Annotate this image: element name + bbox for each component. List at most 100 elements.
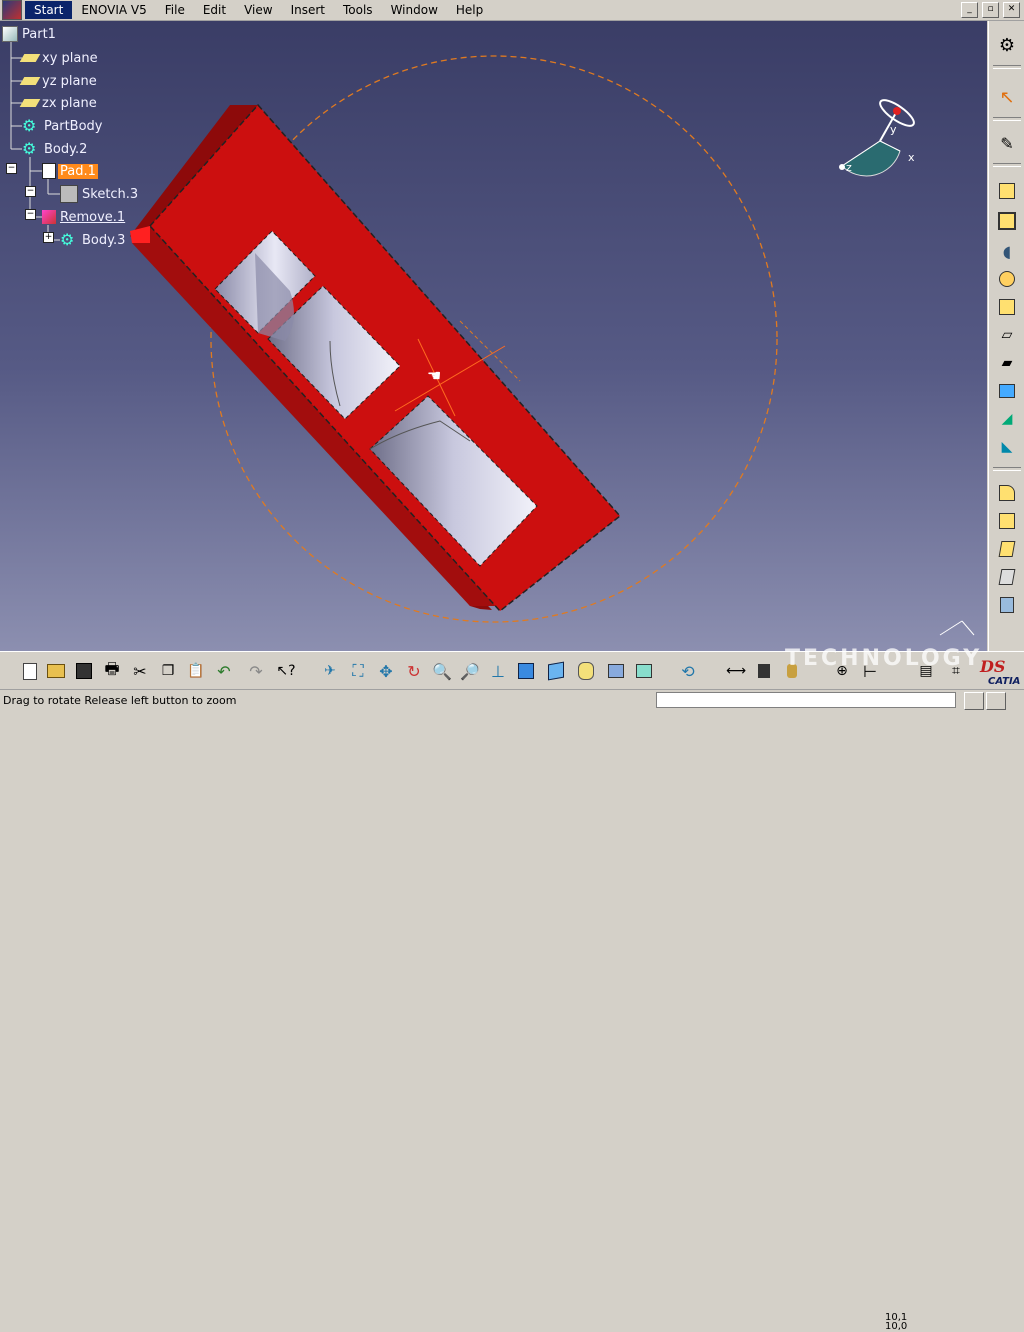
redo-icon[interactable]: ↷ bbox=[244, 659, 268, 683]
cut-icon[interactable]: ✂ bbox=[128, 659, 152, 683]
part-icon bbox=[2, 26, 18, 42]
collapse-body2-toggle[interactable]: − bbox=[6, 163, 17, 174]
sketcher-icon[interactable]: ✎ bbox=[995, 131, 1019, 155]
undo-icon[interactable]: ↶ bbox=[212, 659, 236, 683]
menu-start[interactable]: Start bbox=[25, 1, 73, 19]
hole-tool-icon[interactable] bbox=[995, 295, 1019, 319]
whats-this-icon[interactable]: ↖? bbox=[274, 659, 298, 683]
menu-bar: Start ENOVIA V5 File Edit View Insert To… bbox=[0, 0, 1024, 21]
body-gear-icon: ⚙ bbox=[60, 230, 75, 249]
draft-icon[interactable] bbox=[995, 537, 1019, 561]
measure-icon[interactable]: ⟷ bbox=[724, 659, 748, 683]
tree-item-body2[interactable]: ⚙ Body.2 bbox=[22, 139, 89, 159]
catia-logo: DS CATIA bbox=[978, 656, 1022, 687]
print-icon[interactable]: 🖶 bbox=[100, 659, 124, 683]
minimize-button[interactable]: _ bbox=[961, 2, 978, 18]
close-button[interactable]: ✕ bbox=[1003, 2, 1020, 18]
shading-icon[interactable] bbox=[574, 659, 598, 683]
scale-top-value: 10,1 bbox=[885, 1312, 908, 1323]
separator bbox=[993, 65, 1021, 69]
multi-view-icon[interactable] bbox=[514, 659, 538, 683]
restore-button[interactable]: ▫ bbox=[982, 2, 999, 18]
stiffener-tool-icon[interactable] bbox=[995, 379, 1019, 403]
shaft-tool-icon[interactable]: ◖ bbox=[995, 239, 1019, 263]
zoom-in-icon[interactable]: 🔍 bbox=[430, 659, 454, 683]
tree-item-sketch3[interactable]: Sketch.3 bbox=[60, 184, 140, 204]
fly-mode-icon[interactable]: ✈ bbox=[318, 659, 342, 683]
svg-text:DS: DS bbox=[979, 657, 1005, 676]
rib-tool-icon[interactable]: ▱ bbox=[995, 323, 1019, 347]
tree-item-partbody[interactable]: ⚙ PartBody bbox=[22, 116, 104, 136]
shell-icon[interactable] bbox=[995, 565, 1019, 589]
3d-viewport[interactable]: ☚ y x z Part1 xy plane yz plane zx plane… bbox=[0, 21, 987, 651]
save-icon[interactable] bbox=[72, 659, 96, 683]
sketch-icon bbox=[60, 185, 78, 203]
normal-view-icon[interactable]: ⊥ bbox=[486, 659, 510, 683]
loft-tool-icon[interactable]: ◢ bbox=[995, 407, 1019, 431]
svg-text:CATIA: CATIA bbox=[988, 676, 1020, 686]
pan-icon[interactable]: ✥ bbox=[374, 659, 398, 683]
plane-icon bbox=[19, 54, 41, 62]
menu-window[interactable]: Window bbox=[382, 1, 447, 19]
plane-icon bbox=[19, 77, 41, 85]
separator bbox=[993, 163, 1021, 167]
tree-item-part1[interactable]: Part1 bbox=[2, 24, 58, 44]
groove-tool-icon[interactable] bbox=[995, 267, 1019, 291]
fit-all-icon[interactable]: ⛶ bbox=[346, 659, 370, 683]
tree-item-remove1[interactable]: Remove.1 bbox=[42, 207, 127, 227]
watermark-text: TECHNOLOGY bbox=[785, 646, 983, 671]
tree-item-pad1[interactable]: Pad.1 bbox=[42, 161, 98, 181]
menu-edit[interactable]: Edit bbox=[194, 1, 235, 19]
zoom-out-icon[interactable]: 🔎 bbox=[458, 659, 482, 683]
hide-show-icon[interactable] bbox=[604, 659, 628, 683]
collapse-remove1-toggle[interactable]: − bbox=[25, 209, 36, 220]
status-bar: Drag to rotate Release left button to zo… bbox=[0, 689, 1024, 713]
iso-view-icon[interactable] bbox=[544, 659, 568, 683]
compass-z-label: z bbox=[846, 161, 852, 174]
menu-view[interactable]: View bbox=[235, 1, 281, 19]
scale-readout: 10,1 10,0 bbox=[885, 1312, 908, 1332]
ds-logo-icon: DS CATIA bbox=[979, 657, 1020, 687]
collapse-pad1-toggle[interactable]: − bbox=[25, 186, 36, 197]
pocket-tool-icon[interactable] bbox=[995, 209, 1019, 233]
menu-help[interactable]: Help bbox=[447, 1, 492, 19]
menu-file[interactable]: File bbox=[156, 1, 194, 19]
specification-tree: Part1 xy plane yz plane zx plane ⚙ PartB… bbox=[0, 21, 170, 261]
open-folder-icon[interactable] bbox=[44, 659, 68, 683]
plane-icon bbox=[19, 99, 41, 107]
tree-item-xy-plane[interactable]: xy plane bbox=[19, 48, 100, 68]
catia-app-icon[interactable] bbox=[2, 0, 22, 20]
update-icon[interactable]: ⟲ bbox=[676, 659, 700, 683]
rotate-icon[interactable]: ↻ bbox=[402, 659, 426, 683]
edge-fillet-icon[interactable] bbox=[995, 481, 1019, 505]
tree-item-zx-plane[interactable]: zx plane bbox=[19, 93, 99, 113]
pad-tool-icon[interactable] bbox=[995, 179, 1019, 203]
menu-tools[interactable]: Tools bbox=[334, 1, 382, 19]
settings-gear-icon[interactable]: ⚙ bbox=[995, 33, 1019, 57]
paste-icon[interactable]: 📋 bbox=[184, 659, 208, 683]
body-gear-icon: ⚙ bbox=[22, 139, 37, 158]
thickness-icon[interactable] bbox=[995, 593, 1019, 617]
new-file-icon[interactable] bbox=[18, 659, 42, 683]
menu-enovia[interactable]: ENOVIA V5 bbox=[72, 1, 155, 19]
tree-item-yz-plane[interactable]: yz plane bbox=[19, 71, 99, 91]
select-arrow-icon[interactable]: ↖ bbox=[995, 85, 1019, 109]
compass: y x z bbox=[839, 99, 915, 177]
expand-body3-toggle[interactable]: + bbox=[43, 232, 54, 243]
power-input-field[interactable] bbox=[656, 692, 956, 708]
slot-tool-icon[interactable]: ▰ bbox=[995, 351, 1019, 375]
body-gear-icon: ⚙ bbox=[22, 116, 37, 135]
tree-item-body3[interactable]: ⚙ Body.3 bbox=[60, 230, 127, 250]
swap-visible-space-icon[interactable] bbox=[632, 659, 656, 683]
command-list-button[interactable] bbox=[964, 692, 984, 710]
menu-insert[interactable]: Insert bbox=[282, 1, 334, 19]
small-axis-icon bbox=[939, 620, 975, 636]
right-toolbar: ⚙ ↖ ✎ ◖ ▱ ▰ ◢ ◣ bbox=[988, 21, 1024, 651]
remove-loft-tool-icon[interactable]: ◣ bbox=[995, 435, 1019, 459]
chamfer-icon[interactable] bbox=[995, 509, 1019, 533]
measure-inertia-icon[interactable] bbox=[752, 659, 776, 683]
cancel-command-button[interactable] bbox=[986, 692, 1006, 710]
status-message: Drag to rotate Release left button to zo… bbox=[3, 694, 237, 707]
compass-x-label: x bbox=[908, 151, 915, 164]
copy-icon[interactable]: ❐ bbox=[156, 659, 180, 683]
